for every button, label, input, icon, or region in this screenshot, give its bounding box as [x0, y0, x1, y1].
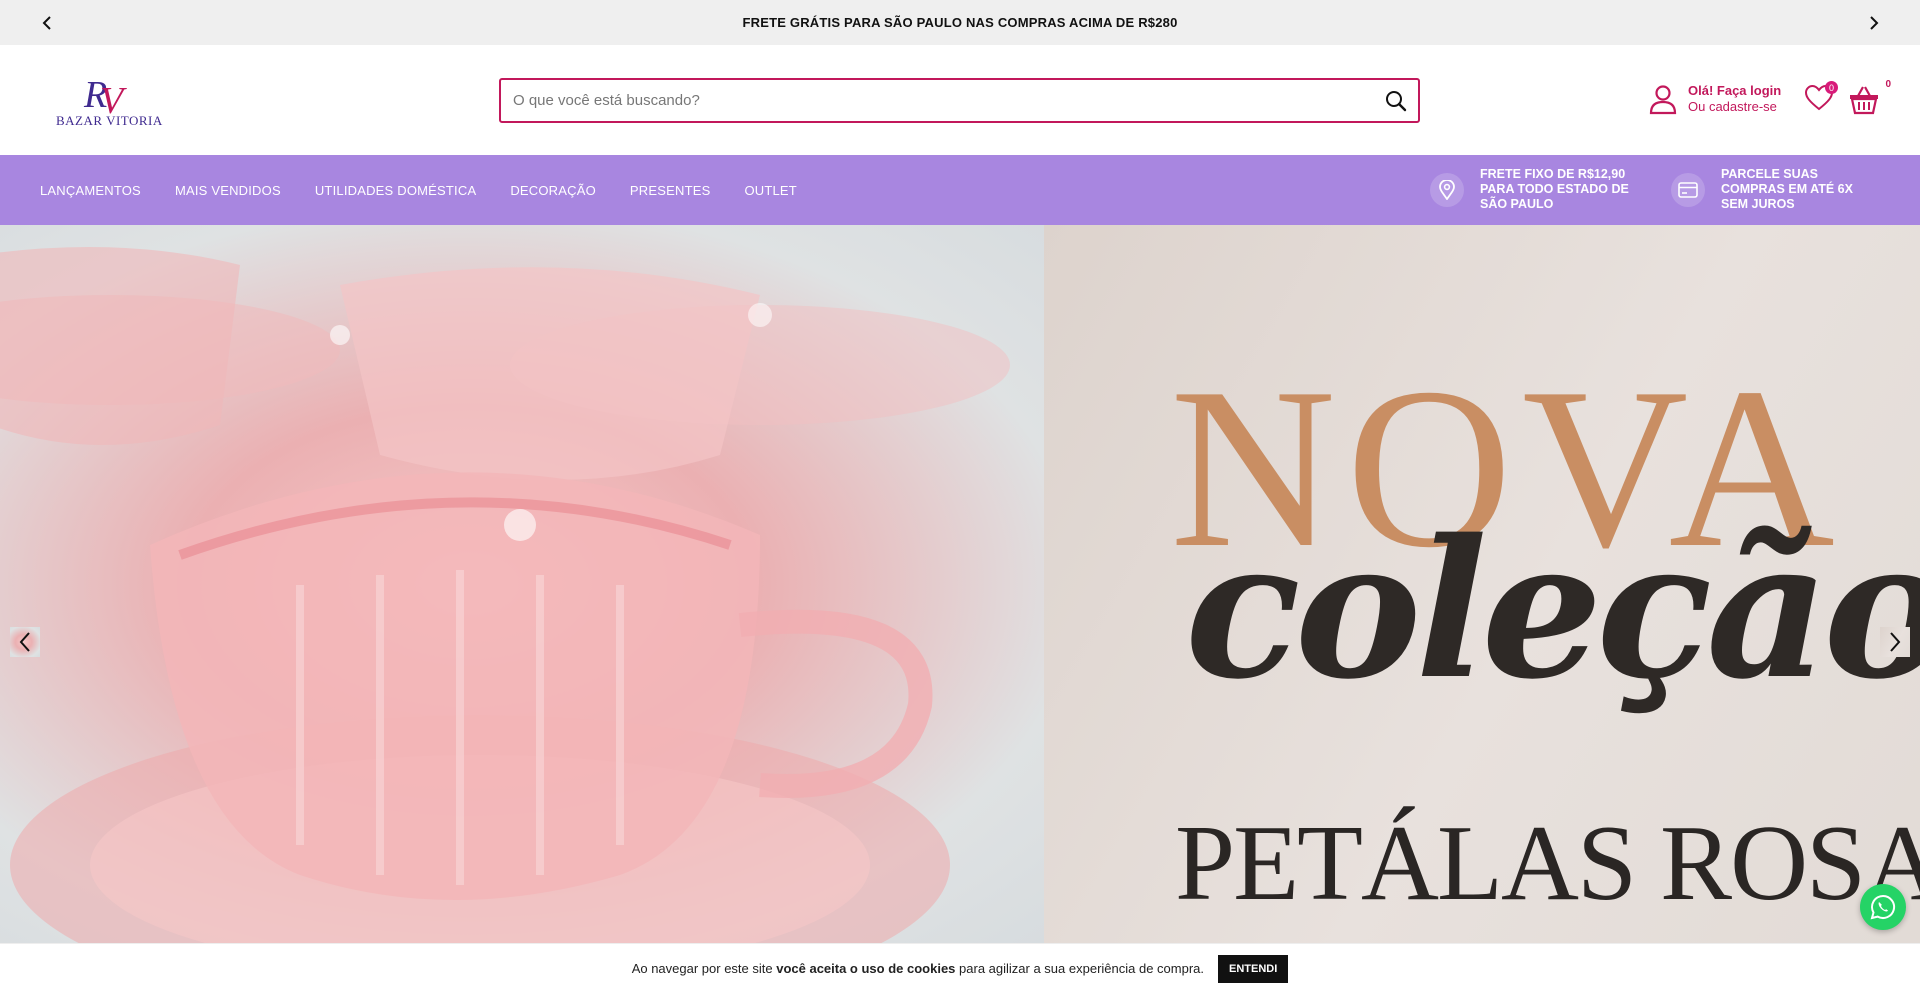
cookie-text-before: Ao navegar por este site — [631, 961, 777, 976]
hero-prev-button[interactable] — [10, 627, 40, 657]
hero-script-title: coleção — [1185, 498, 1920, 721]
shipping-perk-line3: SÃO PAULO — [1480, 197, 1554, 211]
nav-item-outlet[interactable]: OUTLET — [744, 183, 796, 198]
nav-item-decoracao[interactable]: DECORAÇÃO — [510, 183, 596, 198]
main-navigation: LANÇAMENTOS MAIS VENDIDOS UTILIDADES DOM… — [0, 155, 1920, 225]
cookie-text-after: para agilizar a sua experiência de compr… — [955, 961, 1205, 976]
announcement-text: FRETE GRÁTIS PARA SÃO PAULO NAS COMPRAS … — [742, 15, 1178, 30]
site-header: R V BAZAR VITORIA Olá! Faça login Ou cad… — [0, 45, 1920, 155]
installments-perk-line2: COMPRAS EM ATÉ 6X — [1721, 182, 1853, 196]
nav-item-utilidades-domestica[interactable]: UTILIDADES DOMÉSTICA — [315, 183, 476, 198]
chevron-right-icon — [1890, 632, 1901, 652]
cookie-accept-button[interactable]: ENTENDI — [1218, 954, 1289, 983]
whatsapp-button[interactable] — [1860, 884, 1906, 930]
installments-perk-line3: SEM JUROS — [1721, 197, 1795, 211]
cookie-consent-bar: Ao navegar por este site você aceita o u… — [0, 943, 1920, 993]
cookie-text-bold: você aceita o uso de cookies — [776, 961, 956, 976]
signup-label: Ou cadastre-se — [1688, 99, 1777, 114]
chevron-left-icon — [19, 632, 30, 652]
hero-collection-name: PETÁLAS ROSA — [1175, 804, 1920, 923]
nav-item-lancamentos[interactable]: LANÇAMENTOS — [40, 183, 141, 198]
hero-product-photo — [0, 225, 1044, 943]
chevron-left-icon — [42, 15, 51, 30]
nav-item-presentes[interactable]: PRESENTES — [630, 183, 711, 198]
store-logo[interactable]: R V BAZAR VITORIA — [56, 75, 166, 127]
chevron-right-icon — [1869, 15, 1878, 30]
cart-count: 0 — [1885, 79, 1891, 90]
location-pin-icon — [1430, 172, 1464, 207]
logo-wordmark: BAZAR VITORIA — [56, 113, 163, 127]
login-label: Olá! Faça login — [1688, 83, 1782, 98]
installments-perk: PARCELE SUAS COMPRAS EM ATÉ 6X SEM JUROS — [1671, 167, 1853, 212]
wishlist-count-badge: 0 — [1825, 81, 1838, 94]
user-icon — [1649, 85, 1677, 115]
hero-next-button[interactable] — [1880, 627, 1910, 657]
credit-card-icon — [1671, 172, 1705, 207]
shipping-perk: FRETE FIXO DE R$12,90 PARA TODO ESTADO D… — [1430, 167, 1629, 212]
account-login-link[interactable]: Olá! Faça login Ou cadastre-se — [1648, 83, 1781, 115]
cart-button[interactable]: 0 — [1849, 79, 1891, 117]
search-icon — [1386, 90, 1407, 111]
shipping-perk-line2: PARA TODO ESTADO DE — [1480, 182, 1629, 196]
announcement-bar: FRETE GRÁTIS PARA SÃO PAULO NAS COMPRAS … — [0, 0, 1920, 45]
whatsapp-icon — [1870, 894, 1895, 920]
basket-icon — [1850, 86, 1878, 115]
shipping-perk-line1: FRETE FIXO DE R$12,90 — [1480, 167, 1626, 181]
announcement-next-button[interactable] — [1850, 0, 1895, 45]
announcement-prev-button[interactable] — [25, 0, 70, 45]
wishlist-button[interactable]: 0 — [1804, 81, 1838, 115]
search-button[interactable] — [1374, 80, 1418, 121]
cookie-message: Ao navegar por este site você aceita o u… — [632, 961, 1204, 976]
search-bar — [499, 78, 1420, 123]
hero-banner[interactable]: NOVA coleção PETÁLAS ROSA — [0, 225, 1920, 943]
search-input[interactable] — [501, 80, 1374, 121]
nav-item-mais-vendidos[interactable]: MAIS VENDIDOS — [175, 183, 281, 198]
installments-perk-line1: PARCELE SUAS — [1721, 167, 1819, 181]
category-menu: LANÇAMENTOS MAIS VENDIDOS UTILIDADES DOM… — [40, 155, 831, 225]
